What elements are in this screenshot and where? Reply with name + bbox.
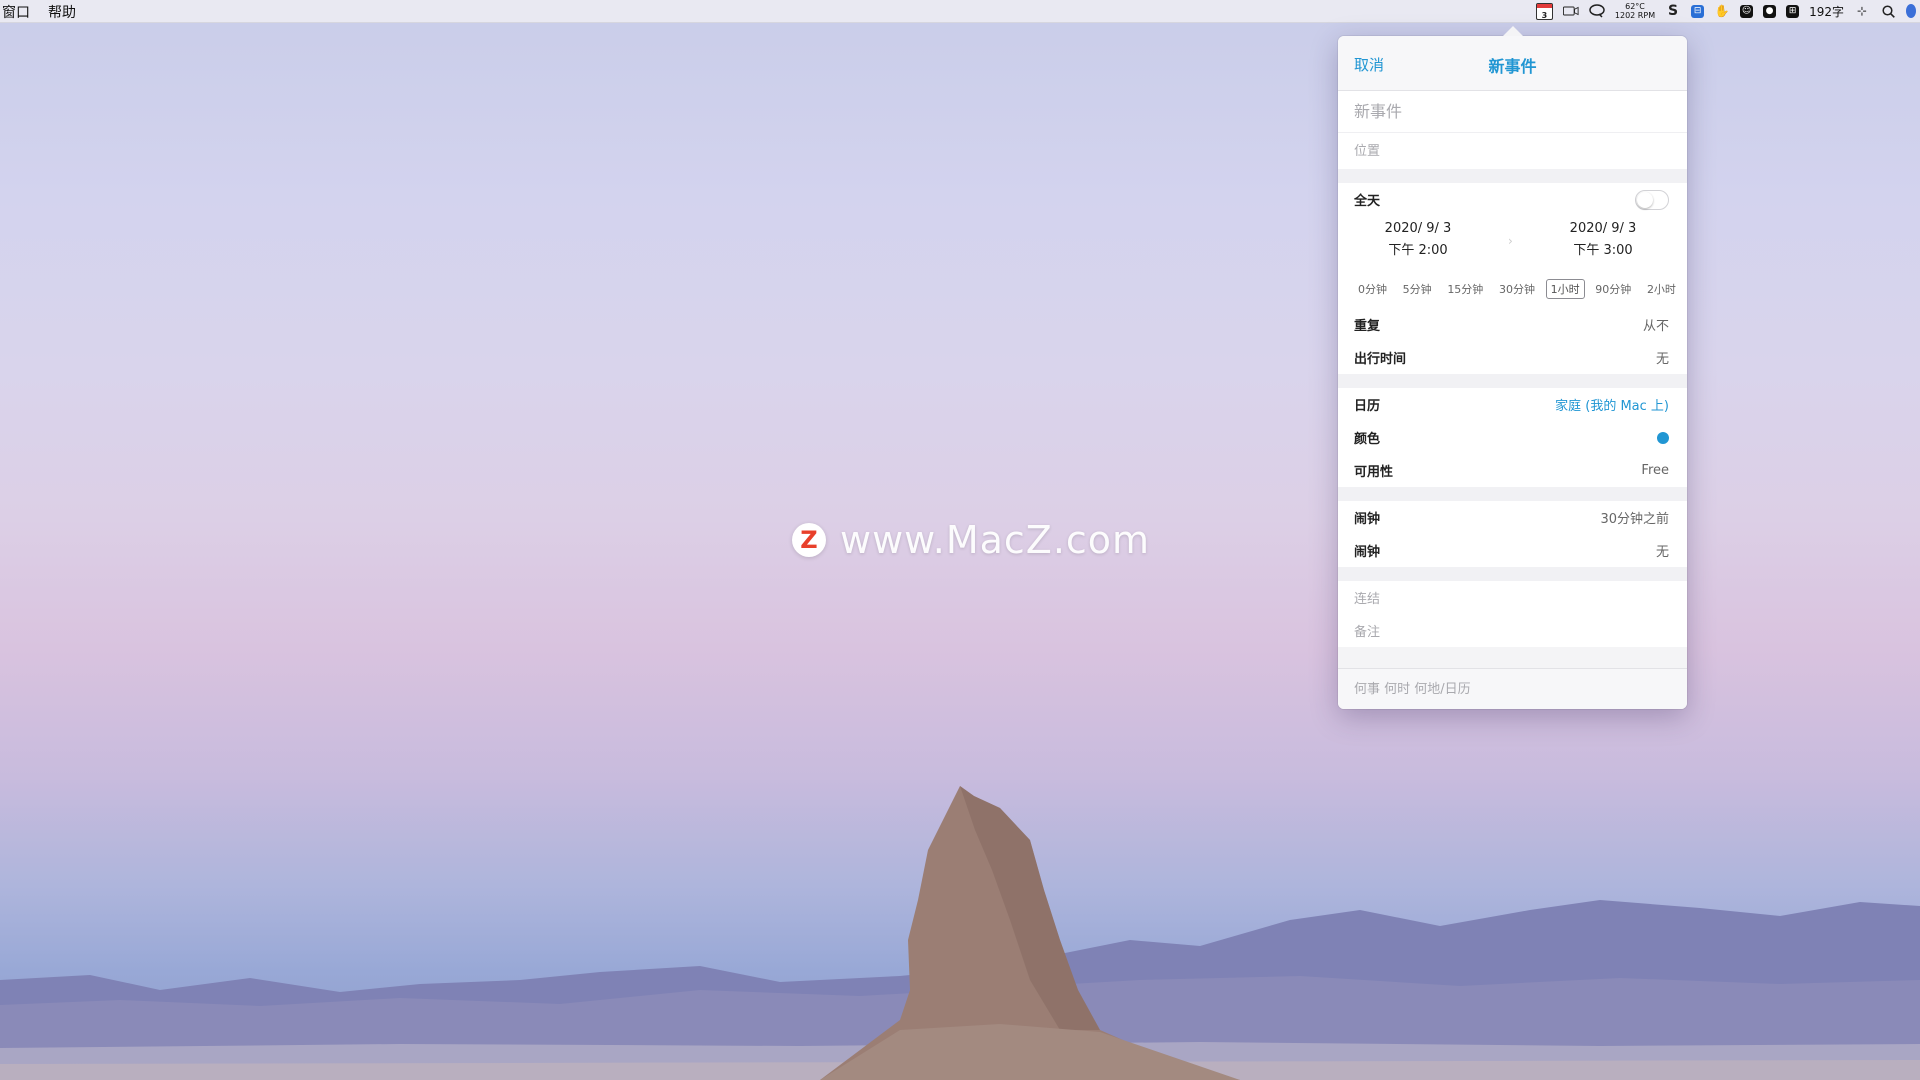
section-gap <box>1338 374 1687 388</box>
color-row[interactable]: 颜色 <box>1338 421 1687 454</box>
all-day-row: 全天 <box>1338 183 1687 216</box>
link-notes-section: 连结 备注 <box>1338 581 1687 647</box>
cpu-temperature: 62°C <box>1625 2 1645 11</box>
input-method-icon[interactable]: ⊹ <box>1854 3 1870 19</box>
popover-title: 新事件 <box>1488 57 1537 76</box>
start-date: 2020/ 9/ 3 <box>1384 221 1452 236</box>
availability-value: Free <box>1641 463 1669 478</box>
start-datetime[interactable]: 2020/ 9/ 3 下午 2:00 <box>1343 218 1493 262</box>
alarm-label-2: 闹钟 <box>1354 545 1381 560</box>
date-range: 2020/ 9/ 3 下午 2:00 › 2020/ 9/ 3 下午 3:00 <box>1338 216 1687 270</box>
calendar-value: 家庭 (我的 Mac 上) <box>1555 399 1669 414</box>
color-swatch[interactable] <box>1657 431 1669 444</box>
location-input[interactable] <box>1338 133 1687 169</box>
calendar-tray-day: 3 <box>1541 10 1548 20</box>
section-gap <box>1338 567 1687 581</box>
rock-pinnacle <box>820 786 1240 1080</box>
repeat-label: 重复 <box>1354 319 1381 334</box>
word-count[interactable]: 192字 <box>1809 3 1844 20</box>
availability-row[interactable]: 可用性 Free <box>1338 454 1687 487</box>
travel-time-label: 出行时间 <box>1354 352 1407 367</box>
duration-30min[interactable]: 30分钟 <box>1494 279 1540 299</box>
watermark-text: www.MacZ.com <box>840 518 1151 562</box>
end-date: 2020/ 9/ 3 <box>1569 221 1637 236</box>
duration-15min[interactable]: 15分钟 <box>1442 279 1488 299</box>
travel-time-value: 无 <box>1655 352 1669 367</box>
menu-window[interactable]: 窗口 <box>2 2 30 22</box>
duration-2hour[interactable]: 2小时 <box>1642 279 1681 299</box>
watermark: Z www.MacZ.com <box>792 518 1150 562</box>
sync-chat-icon[interactable] <box>1589 3 1605 19</box>
color-label: 颜色 <box>1354 432 1381 447</box>
repeat-value: 从不 <box>1642 319 1669 334</box>
alarm-value-2: 无 <box>1655 545 1669 560</box>
end-time: 下午 3:00 <box>1573 243 1633 258</box>
all-day-toggle[interactable] <box>1635 189 1669 210</box>
menu-help[interactable]: 帮助 <box>48 2 76 22</box>
camera-icon[interactable] <box>1562 3 1579 19</box>
section-gap <box>1338 487 1687 501</box>
menu-bar-left: 窗口 帮助 <box>2 2 76 22</box>
s-app-icon[interactable]: S <box>1665 3 1681 19</box>
repeat-row[interactable]: 重复 从不 <box>1338 308 1687 341</box>
duration-presets: 0分钟 5分钟 15分钟 30分钟 1小时 90分钟 2小时 <box>1338 270 1687 308</box>
section-gap <box>1338 169 1687 183</box>
siri-icon[interactable] <box>1906 3 1916 19</box>
hand-icon[interactable]: ✋ <box>1714 3 1730 19</box>
fan-speed: 1202 RPM <box>1614 11 1656 20</box>
duration-90min[interactable]: 90分钟 <box>1590 279 1636 299</box>
desktop: 窗口 帮助 3 62°C 1202 RPM S ⊟ ✋ ☺ ● ⊞ 192字 ⊹ <box>0 0 1920 1080</box>
event-title-input[interactable] <box>1338 91 1687 133</box>
mic-icon[interactable]: ● <box>1763 4 1777 18</box>
popover-header: 取消 新事件 <box>1338 36 1687 91</box>
link-field[interactable]: 连结 <box>1338 581 1687 614</box>
emoji-icon[interactable]: ☺ <box>1740 4 1754 18</box>
calendar-label: 日历 <box>1354 399 1381 414</box>
alarm-value-1: 30分钟之前 <box>1600 512 1669 527</box>
notes-field[interactable]: 备注 <box>1338 614 1687 647</box>
duration-5min[interactable]: 5分钟 <box>1398 279 1437 299</box>
chevron-right-icon: › <box>1508 234 1513 248</box>
scanner-icon[interactable]: ⊟ <box>1691 4 1705 18</box>
cpu-stats[interactable]: 62°C 1202 RPM <box>1615 2 1655 20</box>
time-section: 全天 2020/ 9/ 3 下午 2:00 › 2020/ 9/ 3 下午 3:… <box>1338 183 1687 374</box>
alarm-label-1: 闹钟 <box>1354 512 1381 527</box>
search-icon[interactable] <box>1880 3 1896 19</box>
quick-entry-input[interactable] <box>1338 669 1687 709</box>
menu-bar: 窗口 帮助 3 62°C 1202 RPM S ⊟ ✋ ☺ ● ⊞ 192字 ⊹ <box>0 0 1920 23</box>
duration-1hour[interactable]: 1小时 <box>1545 279 1585 299</box>
alarm-row-1[interactable]: 闹钟 30分钟之前 <box>1338 501 1687 534</box>
travel-time-row[interactable]: 出行时间 无 <box>1338 341 1687 374</box>
calendar-row[interactable]: 日历 家庭 (我的 Mac 上) <box>1338 388 1687 421</box>
availability-label: 可用性 <box>1354 465 1394 480</box>
all-day-label: 全天 <box>1354 194 1381 209</box>
duration-0min[interactable]: 0分钟 <box>1353 279 1392 299</box>
start-time: 下午 2:00 <box>1388 243 1448 258</box>
quick-entry-footer <box>1338 668 1687 709</box>
calendar-tray-icon[interactable]: 3 <box>1535 2 1553 20</box>
calendar-section: 日历 家庭 (我的 Mac 上) 颜色 可用性 Free <box>1338 388 1687 487</box>
title-location-section <box>1338 91 1687 169</box>
watermark-logo: Z <box>792 523 826 557</box>
alarm-section: 闹钟 30分钟之前 闹钟 无 <box>1338 501 1687 567</box>
new-event-popover: 取消 新事件 全天 2020/ 9/ 3 下午 2:00 › 2020/ 9/ … <box>1338 26 1687 709</box>
alarm-row-2[interactable]: 闹钟 无 <box>1338 534 1687 567</box>
grid-icon[interactable]: ⊞ <box>1786 4 1800 18</box>
end-datetime[interactable]: 2020/ 9/ 3 下午 3:00 <box>1528 218 1678 262</box>
menu-bar-right: 3 62°C 1202 RPM S ⊟ ✋ ☺ ● ⊞ 192字 ⊹ <box>1535 0 1920 22</box>
